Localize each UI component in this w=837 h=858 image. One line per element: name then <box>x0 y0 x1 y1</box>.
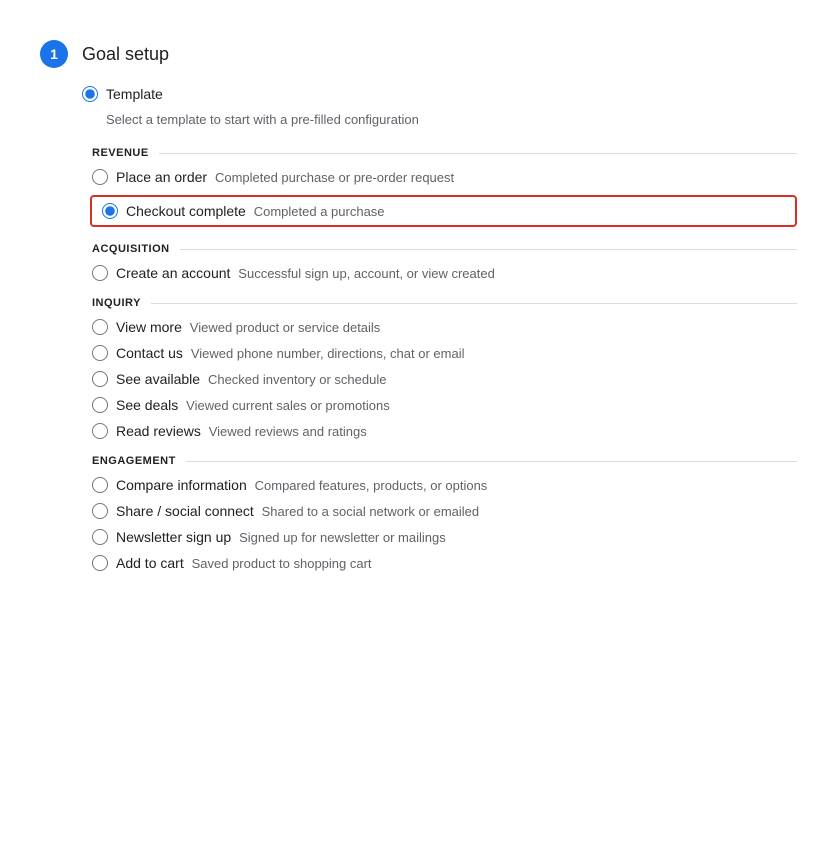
place-an-order-radio[interactable] <box>92 169 108 185</box>
newsletter-signup-description: Signed up for newsletter or mailings <box>239 530 446 545</box>
template-description: Select a template to start with a pre-fi… <box>106 112 797 127</box>
inquiry-section-label: INQUIRY <box>92 297 797 309</box>
acquisition-options: Create an account Successful sign up, ac… <box>92 265 797 281</box>
share-social-row[interactable]: Share / social connect Shared to a socia… <box>92 503 797 519</box>
add-to-cart-row[interactable]: Add to cart Saved product to shopping ca… <box>92 555 797 571</box>
checkout-complete-radio[interactable] <box>102 203 118 219</box>
view-more-row[interactable]: View more Viewed product or service deta… <box>92 319 797 335</box>
checkout-complete-label[interactable]: Checkout complete Completed a purchase <box>126 203 385 219</box>
create-account-description: Successful sign up, account, or view cre… <box>238 266 495 281</box>
acquisition-block: ACQUISITION Create an account Successful… <box>92 243 797 281</box>
newsletter-signup-row[interactable]: Newsletter sign up Signed up for newslet… <box>92 529 797 545</box>
revenue-options: Place an order Completed purchase or pre… <box>92 169 797 227</box>
template-label[interactable]: Template <box>106 86 163 102</box>
engagement-options: Compare information Compared features, p… <box>92 477 797 571</box>
step-number: 1 <box>40 40 68 68</box>
acquisition-section-label: ACQUISITION <box>92 243 797 255</box>
add-to-cart-label[interactable]: Add to cart Saved product to shopping ca… <box>116 555 372 571</box>
see-deals-label[interactable]: See deals Viewed current sales or promot… <box>116 397 390 413</box>
see-available-description: Checked inventory or schedule <box>208 372 387 387</box>
page-container: 1 Goal setup Template Select a template … <box>20 20 817 601</box>
view-more-label[interactable]: View more Viewed product or service deta… <box>116 319 380 335</box>
see-available-radio[interactable] <box>92 371 108 387</box>
revenue-section-label: REVENUE <box>92 147 797 159</box>
step-title: Goal setup <box>82 44 169 65</box>
compare-information-label[interactable]: Compare information Compared features, p… <box>116 477 487 493</box>
view-more-description: Viewed product or service details <box>190 320 381 335</box>
place-an-order-label[interactable]: Place an order Completed purchase or pre… <box>116 169 454 185</box>
see-deals-radio[interactable] <box>92 397 108 413</box>
add-to-cart-radio[interactable] <box>92 555 108 571</box>
create-account-row[interactable]: Create an account Successful sign up, ac… <box>92 265 797 281</box>
template-radio[interactable] <box>82 86 98 102</box>
checkout-complete-row[interactable]: Checkout complete Completed a purchase <box>90 195 797 227</box>
add-to-cart-description: Saved product to shopping cart <box>192 556 372 571</box>
inquiry-options: View more Viewed product or service deta… <box>92 319 797 439</box>
read-reviews-description: Viewed reviews and ratings <box>209 424 367 439</box>
newsletter-signup-label[interactable]: Newsletter sign up Signed up for newslet… <box>116 529 446 545</box>
see-deals-row[interactable]: See deals Viewed current sales or promot… <box>92 397 797 413</box>
share-social-description: Shared to a social network or emailed <box>262 504 480 519</box>
inquiry-block: INQUIRY View more Viewed product or serv… <box>92 297 797 439</box>
place-an-order-description: Completed purchase or pre-order request <box>215 170 454 185</box>
read-reviews-radio[interactable] <box>92 423 108 439</box>
template-radio-row[interactable]: Template <box>82 86 797 102</box>
contact-us-radio[interactable] <box>92 345 108 361</box>
compare-information-row[interactable]: Compare information Compared features, p… <box>92 477 797 493</box>
see-deals-description: Viewed current sales or promotions <box>186 398 390 413</box>
read-reviews-label[interactable]: Read reviews Viewed reviews and ratings <box>116 423 367 439</box>
step-content: Template Select a template to start with… <box>40 86 797 571</box>
newsletter-signup-radio[interactable] <box>92 529 108 545</box>
share-social-label[interactable]: Share / social connect Shared to a socia… <box>116 503 479 519</box>
create-account-label[interactable]: Create an account Successful sign up, ac… <box>116 265 495 281</box>
view-more-radio[interactable] <box>92 319 108 335</box>
compare-information-description: Compared features, products, or options <box>255 478 488 493</box>
engagement-section-label: ENGAGEMENT <box>92 455 797 467</box>
contact-us-row[interactable]: Contact us Viewed phone number, directio… <box>92 345 797 361</box>
contact-us-label[interactable]: Contact us Viewed phone number, directio… <box>116 345 464 361</box>
place-an-order-row[interactable]: Place an order Completed purchase or pre… <box>92 169 797 185</box>
contact-us-description: Viewed phone number, directions, chat or… <box>191 346 465 361</box>
engagement-block: ENGAGEMENT Compare information Compared … <box>92 455 797 571</box>
checkout-complete-description: Completed a purchase <box>254 204 385 219</box>
see-available-row[interactable]: See available Checked inventory or sched… <box>92 371 797 387</box>
share-social-radio[interactable] <box>92 503 108 519</box>
compare-information-radio[interactable] <box>92 477 108 493</box>
read-reviews-row[interactable]: Read reviews Viewed reviews and ratings <box>92 423 797 439</box>
revenue-block: REVENUE Place an order Completed purchas… <box>92 147 797 227</box>
see-available-label[interactable]: See available Checked inventory or sched… <box>116 371 386 387</box>
step-wrapper: 1 Goal setup Template Select a template … <box>40 40 797 571</box>
step-header: 1 Goal setup <box>40 40 797 68</box>
create-account-radio[interactable] <box>92 265 108 281</box>
